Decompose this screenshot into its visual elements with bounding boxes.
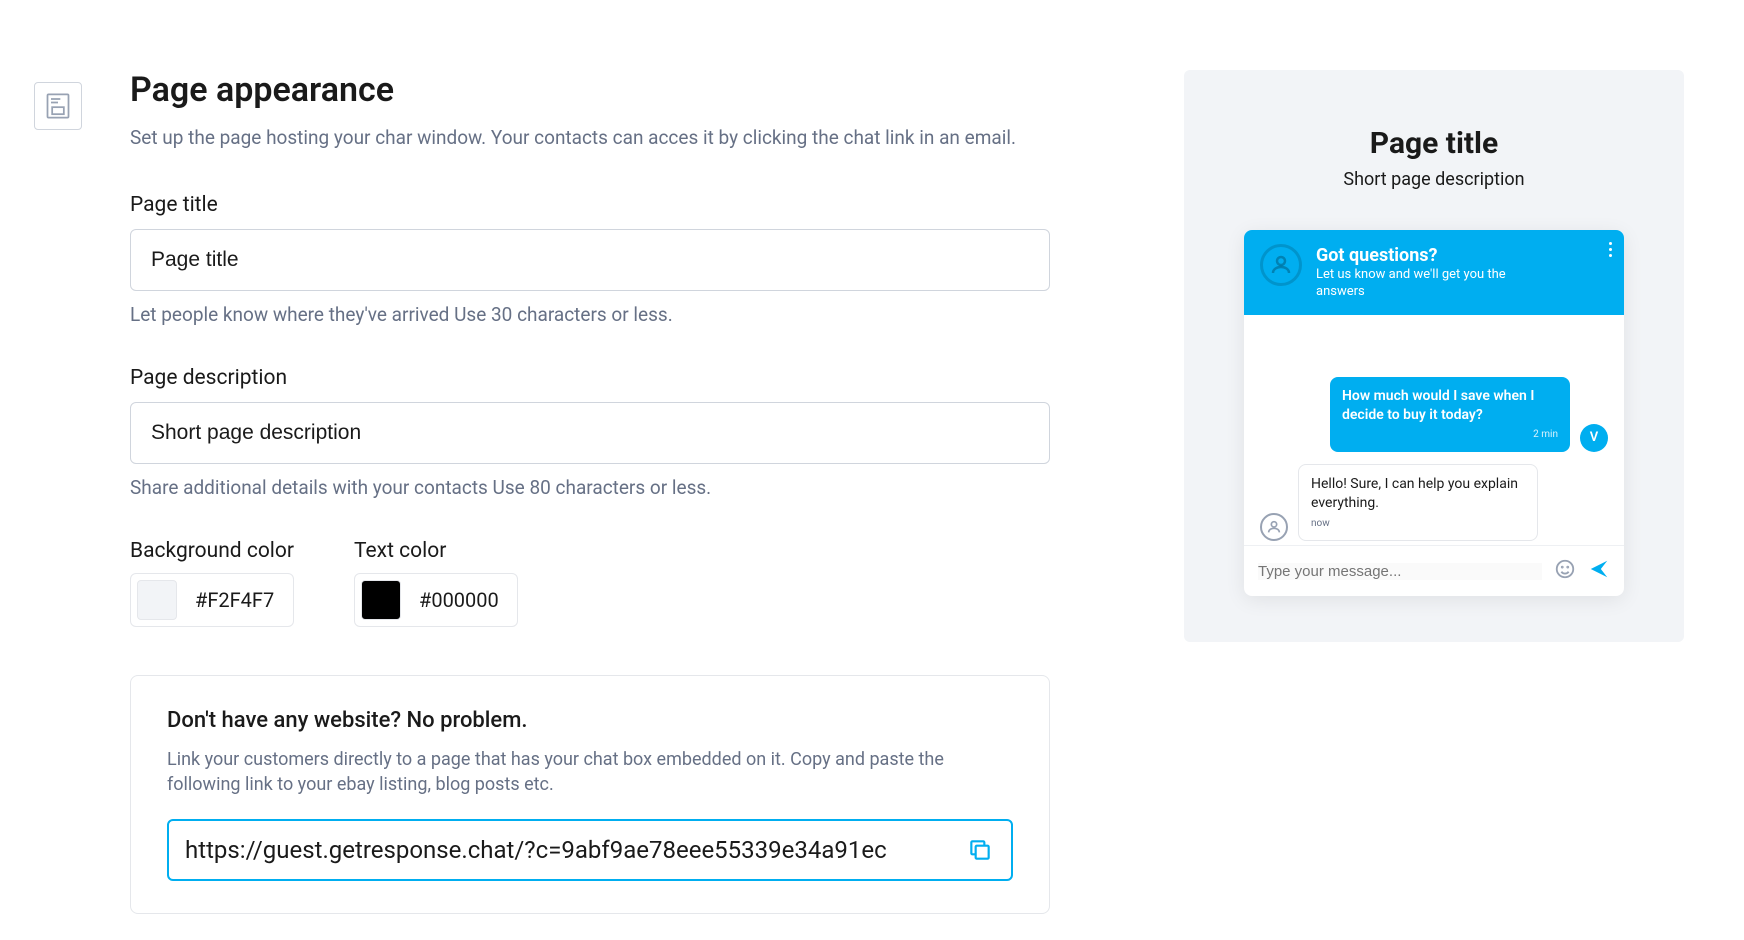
page-appearance-icon [34, 82, 82, 130]
preview-page-title: Page title [1244, 126, 1624, 161]
chat-header-title: Got questions? [1316, 244, 1536, 267]
copy-link-button[interactable] [965, 835, 995, 865]
text-color-label: Text color [354, 539, 518, 563]
chat-message-time: now [1311, 517, 1525, 531]
copy-icon [967, 837, 993, 863]
text-color-swatch [361, 580, 401, 620]
text-color-hex: #000000 [419, 588, 499, 612]
page-preview: Page title Short page description Got qu… [1184, 70, 1684, 642]
chat-header: Got questions? Let us know and we'll get… [1244, 230, 1624, 315]
page-subheading: Set up the page hosting your char window… [130, 126, 1050, 149]
chat-message-text: How much would I save when I decide to b… [1342, 388, 1534, 423]
page-title-hint: Let people know where they've arrived Us… [130, 303, 1050, 326]
background-color-label: Background color [130, 539, 294, 563]
background-color-picker[interactable]: #F2F4F7 [130, 573, 294, 627]
background-color-swatch [137, 580, 177, 620]
preview-page-description: Short page description [1244, 169, 1624, 190]
chat-link-input[interactable]: https://guest.getresponse.chat/?c=9abf9a… [185, 836, 951, 864]
page-description-input[interactable] [130, 402, 1050, 464]
page-description-label: Page description [130, 366, 1050, 390]
send-button[interactable] [1588, 558, 1610, 584]
chat-message-received: Hello! Sure, I can help you explain ever… [1260, 464, 1608, 541]
text-color-picker[interactable]: #000000 [354, 573, 518, 627]
chat-header-subtitle: Let us know and we'll get you the answer… [1316, 267, 1536, 301]
emoji-icon [1554, 558, 1576, 580]
chat-widget-preview: Got questions? Let us know and we'll get… [1244, 230, 1624, 596]
agent-avatar-small-icon [1260, 513, 1288, 541]
page-title-label: Page title [130, 193, 1050, 217]
chat-menu-button[interactable] [1609, 242, 1612, 257]
agent-avatar-icon [1260, 244, 1302, 286]
chat-link-section: Don't have any website? No problem. Link… [130, 675, 1050, 914]
page-heading: Page appearance [130, 70, 1050, 110]
send-icon [1588, 558, 1610, 580]
chat-message-text: Hello! Sure, I can help you explain ever… [1311, 476, 1518, 511]
visitor-avatar: V [1580, 424, 1608, 452]
chat-link-title: Don't have any website? No problem. [167, 708, 1013, 733]
chat-message-input[interactable] [1258, 563, 1542, 580]
chat-message-time: 2 min [1342, 428, 1558, 442]
page-title-input[interactable] [130, 229, 1050, 291]
chat-link-description: Link your customers directly to a page t… [167, 747, 1013, 797]
chat-message-sent: How much would I save when I decide to b… [1260, 377, 1608, 452]
page-description-hint: Share additional details with your conta… [130, 476, 1050, 499]
background-color-hex: #F2F4F7 [195, 588, 274, 612]
emoji-button[interactable] [1554, 558, 1576, 584]
